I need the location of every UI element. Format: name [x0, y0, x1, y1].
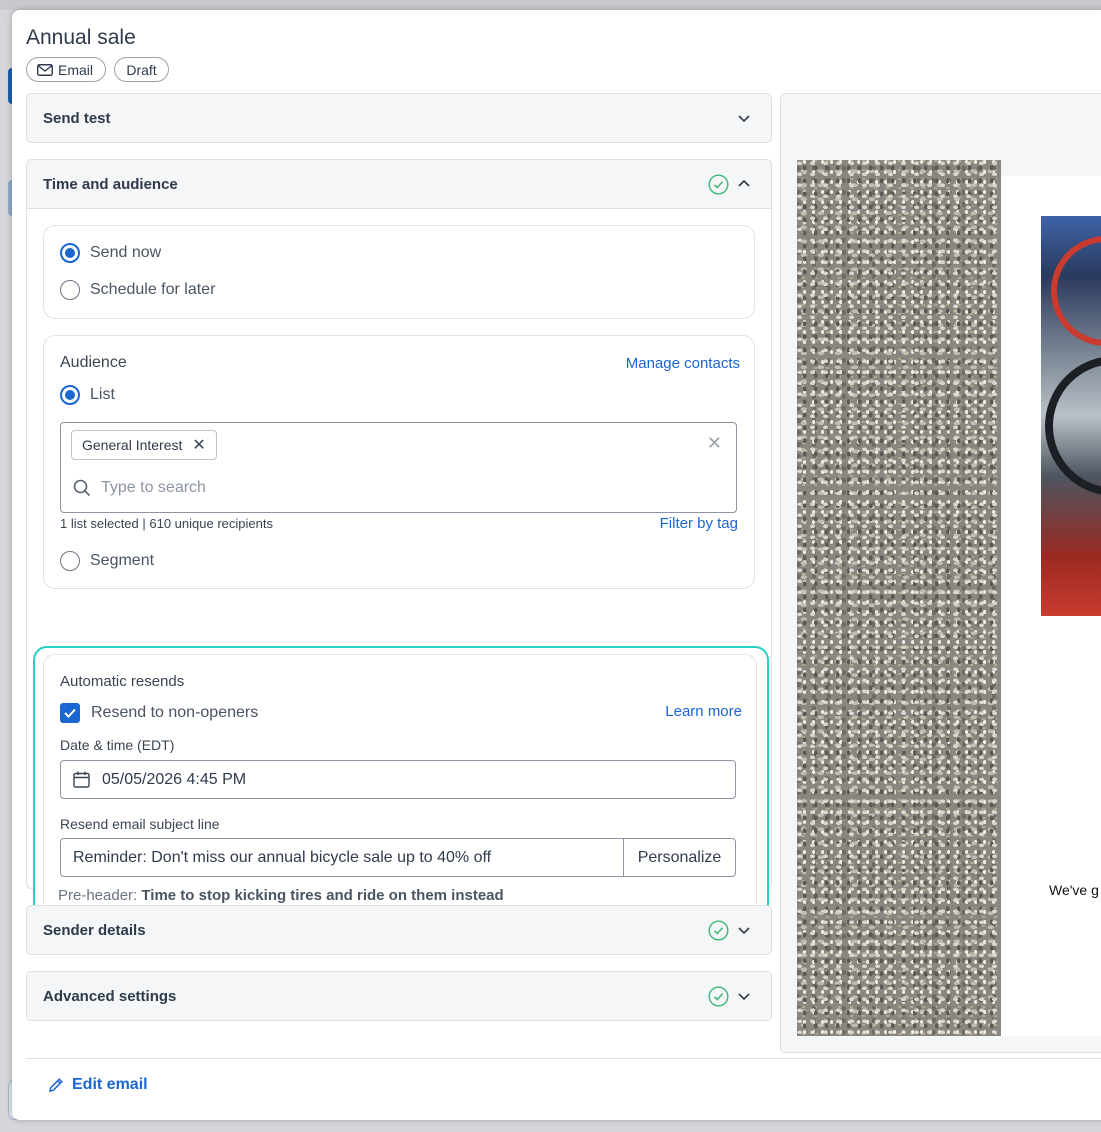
segment-radio[interactable] [60, 551, 80, 571]
resend-highlight: Automatic resends Resend to non-openers … [33, 646, 769, 931]
schedule-later-label: Schedule for later [90, 281, 216, 298]
send-now-label: Send now [90, 244, 162, 261]
preheader-text: Pre-header: Time to stop kicking tires a… [58, 887, 504, 904]
send-test-header[interactable]: Send test [27, 94, 771, 142]
footer-divider [26, 1058, 1101, 1059]
manage-contacts-link[interactable]: Manage contacts [626, 355, 740, 372]
campaign-modal: Annual sale Email Draft Send test Time a… [12, 10, 1101, 1120]
time-audience-panel: Time and audience Send now Schedule for … [26, 159, 772, 931]
pencil-icon [48, 1078, 63, 1093]
selected-list-tag: General Interest ✕ [71, 430, 217, 460]
sender-details-header[interactable]: Sender details [27, 906, 771, 954]
audience-card: Audience Manage contacts List General In… [43, 335, 755, 589]
list-search[interactable]: Type to search [73, 479, 206, 497]
wheel-shape [1051, 236, 1101, 346]
automatic-resends-label: Automatic resends [60, 673, 185, 690]
learn-more-link[interactable]: Learn more [665, 703, 742, 720]
preheader-prefix: Pre-header: [58, 887, 138, 904]
filter-by-tag-link[interactable]: Filter by tag [660, 515, 738, 532]
resend-checkbox-label: Resend to non-openers [91, 704, 259, 721]
calendar-icon [73, 771, 90, 788]
selected-list-tag-label: General Interest [82, 437, 183, 453]
advanced-settings-panel: Advanced settings [26, 971, 772, 1021]
chevron-down-icon[interactable] [737, 923, 751, 937]
subject-line-input[interactable]: Reminder: Don't miss our annual bicycle … [61, 839, 623, 876]
check-circle-icon [708, 173, 729, 195]
send-test-title: Send test [43, 109, 111, 127]
edit-email-label: Edit email [72, 1076, 148, 1093]
edit-email-button[interactable]: Edit email [48, 1076, 148, 1094]
preview-text-snippet: We've g [1049, 882, 1099, 898]
background-app-bar [0, 0, 1101, 10]
search-icon [73, 479, 91, 497]
email-preview: We've g [780, 93, 1101, 1053]
sender-details-title: Sender details [43, 921, 146, 939]
time-audience-title: Time and audience [43, 175, 178, 193]
send-test-panel: Send test [26, 93, 772, 143]
segment-label: Segment [90, 552, 155, 569]
date-time-label: Date & time (EDT) [60, 737, 175, 753]
date-time-input[interactable]: 05/05/2026 4:45 PM [60, 760, 736, 799]
date-time-value: 05/05/2026 4:45 PM [102, 770, 247, 788]
list-radio[interactable] [60, 385, 80, 405]
resend-non-openers-option[interactable]: Resend to non-openers [60, 703, 258, 723]
envelope-icon [37, 63, 53, 76]
audience-label: Audience [60, 354, 127, 371]
list-label: List [90, 386, 115, 403]
list-selector[interactable]: General Interest ✕ ✕ Type to search [60, 422, 737, 513]
status-pill-label: Draft [126, 61, 157, 78]
personalize-button[interactable]: Personalize [623, 839, 735, 876]
advanced-settings-header[interactable]: Advanced settings [27, 972, 771, 1020]
send-now-radio[interactable] [60, 243, 80, 263]
automatic-resends-card: Automatic resends Resend to non-openers … [43, 654, 757, 920]
chevron-down-icon[interactable] [737, 989, 751, 1003]
time-audience-body: Send now Schedule for later Audience Man… [27, 208, 771, 931]
resend-checkbox[interactable] [60, 703, 80, 723]
selection-summary: 1 list selected | 610 unique recipients [60, 516, 273, 531]
send-now-option[interactable]: Send now [60, 243, 161, 263]
preheader-value: Time to stop kicking tires and ride on t… [141, 887, 504, 904]
subject-line-field: Reminder: Don't miss our annual bicycle … [60, 838, 736, 877]
time-audience-header[interactable]: Time and audience [27, 160, 771, 208]
subject-line-label: Resend email subject line [60, 816, 220, 832]
type-pill: Email [26, 57, 106, 82]
schedule-later-option[interactable]: Schedule for later [60, 280, 215, 300]
wheel-shape [1045, 356, 1101, 496]
list-option[interactable]: List [60, 385, 115, 405]
close-icon[interactable]: ✕ [192, 435, 205, 455]
check-circle-icon [708, 919, 729, 941]
advanced-settings-title: Advanced settings [43, 987, 177, 1005]
page-title: Annual sale [26, 26, 136, 49]
preview-background-image [797, 160, 1001, 1036]
segment-option[interactable]: Segment [60, 551, 154, 571]
search-input[interactable]: Type to search [101, 479, 206, 497]
type-pill-label: Email [58, 61, 94, 78]
check-circle-icon [708, 985, 729, 1007]
preview-hero-image [1041, 216, 1101, 616]
schedule-later-radio[interactable] [60, 280, 80, 300]
send-timing-card: Send now Schedule for later [43, 225, 755, 319]
status-pill: Draft [114, 57, 169, 82]
chevron-up-icon[interactable] [737, 177, 751, 191]
sender-details-panel: Sender details [26, 905, 772, 955]
checkmark-icon [64, 708, 76, 718]
chevron-down-icon[interactable] [737, 111, 751, 125]
close-icon[interactable]: ✕ [707, 433, 722, 454]
